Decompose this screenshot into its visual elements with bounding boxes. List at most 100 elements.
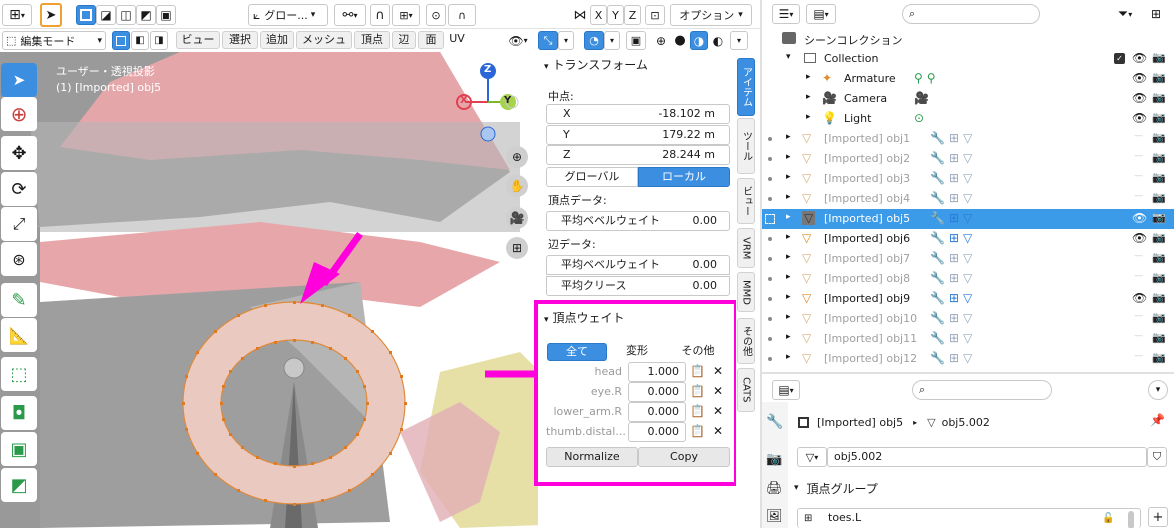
weight-value-field[interactable]: 0.000	[628, 422, 686, 442]
mesh-name-field[interactable]: obj5.002	[827, 447, 1147, 467]
output-tab-icon[interactable]: 🖨	[766, 481, 783, 496]
mesh-vertex[interactable]	[219, 401, 223, 405]
render-tab-icon[interactable]: 📷	[766, 452, 782, 467]
camera-icon[interactable]: 📷	[1152, 151, 1166, 164]
camera-view-icon[interactable]: 🎥	[506, 207, 528, 229]
xray-toggle[interactable]: ▣	[626, 31, 646, 50]
mesh-vertex[interactable]	[240, 356, 244, 360]
mesh-vertex[interactable]	[370, 472, 374, 476]
expand-arrow-icon[interactable]: ▸	[786, 172, 791, 182]
expand-arrow-icon[interactable]: ▸	[786, 192, 791, 202]
outliner-editor-type[interactable]: ☰ ▾	[772, 4, 800, 24]
mesh-vertex[interactable]	[329, 346, 332, 350]
camera-icon[interactable]: 📷	[1152, 331, 1166, 344]
expand-arrow-icon[interactable]: ▸	[786, 212, 791, 222]
paste-weight-icon[interactable]: 📋	[690, 424, 705, 438]
mirror-toggle[interactable]: ⋈	[570, 4, 590, 26]
mesh-vertex[interactable]	[355, 433, 359, 436]
eye-hidden-icon[interactable]: —	[1134, 151, 1143, 161]
mesh-vertex[interactable]	[221, 417, 225, 421]
camera-icon[interactable]: 📷	[1152, 311, 1166, 324]
camera-icon[interactable]: 📷	[1152, 231, 1166, 244]
outliner-row[interactable]: ▸ ▽ [Imported] obj5 🔧⊞▽ 👁 📷	[762, 209, 1174, 229]
mesh-vertex[interactable]	[196, 452, 200, 455]
eye-hidden-icon[interactable]: —	[1134, 131, 1143, 141]
mesh-vertex[interactable]	[321, 499, 325, 503]
overlay-dropdown[interactable]: ▾	[604, 31, 620, 50]
outliner-row[interactable]: ▸ ▽ [Imported] obj1 🔧⊞▽ — 📷	[762, 129, 1174, 149]
tool-transform[interactable]: ⊛	[1, 242, 37, 276]
outliner-row[interactable]: ▸ ▽ [Imported] obj10 🔧⊞▽ — 📷	[762, 309, 1174, 329]
overlay-toggle[interactable]: ◔	[584, 31, 604, 50]
remove-weight-icon[interactable]: ✕	[713, 384, 723, 398]
menu-item-7[interactable]: UV	[446, 31, 468, 49]
side-tab-5[interactable]: その他	[737, 318, 755, 364]
paste-weight-icon[interactable]: 📋	[690, 404, 705, 418]
eye-hidden-icon[interactable]: —	[1134, 171, 1143, 181]
mirror-y-button[interactable]: Y	[607, 5, 624, 25]
select-mode-subtract[interactable]: ◫	[116, 5, 136, 25]
modifier-icons[interactable]: 🔧⊞▽	[930, 331, 976, 345]
eye-icon[interactable]: 👁	[1132, 71, 1147, 85]
mesh-vertex[interactable]	[263, 303, 267, 307]
pivot-point-dropdown[interactable]: ⚯ ▾	[334, 4, 366, 26]
outliner-row[interactable]: ▸ ✦ Armature ⚲⚲ 👁 📷	[762, 69, 1174, 89]
vertex-weights-header[interactable]: ▾ 頂点ウェイト	[540, 307, 730, 329]
eye-icon[interactable]: 👁	[1132, 211, 1147, 225]
mesh-vertex[interactable]	[365, 401, 369, 405]
scrollbar[interactable]	[1128, 511, 1134, 528]
vertex-bevel-field[interactable]: 平均ベベルウェイト 0.00	[546, 211, 730, 231]
outliner-row[interactable]: ▸ ▽ [Imported] obj9 🔧⊞▽ 👁 📷	[762, 289, 1174, 309]
modifier-icons[interactable]: 🔧⊞▽	[930, 291, 976, 305]
camera-icon[interactable]: 📷	[1152, 51, 1166, 64]
mesh-browse-dropdown[interactable]: ▽ ▾	[797, 447, 827, 467]
side-tab-3[interactable]: VRM	[737, 228, 755, 268]
camera-icon[interactable]: 📷	[1152, 131, 1166, 144]
local-toggle[interactable]: ローカル	[638, 167, 730, 187]
select-mode-intersect[interactable]: ▣	[156, 5, 176, 25]
zoom-icon[interactable]: ⊕	[506, 146, 528, 168]
modifier-icons[interactable]: 🔧⊞▽	[930, 131, 976, 145]
mesh-vertex[interactable]	[229, 370, 233, 373]
tool-scale[interactable]: ⤢	[1, 207, 37, 241]
shading-dropdown[interactable]: ▾	[730, 31, 748, 50]
mesh-vertex[interactable]	[214, 330, 217, 334]
add-vertex-group-button[interactable]: +	[1148, 507, 1168, 527]
tool-cursor[interactable]: ⊕	[1, 97, 37, 131]
modifier-icons[interactable]: 🔧⊞▽	[930, 251, 976, 265]
mesh-vertex[interactable]	[263, 499, 267, 503]
mesh-vertex[interactable]	[237, 314, 240, 318]
normalize-button[interactable]: Normalize	[546, 447, 638, 467]
expand-arrow-icon[interactable]: ▸	[786, 332, 791, 342]
tool-select[interactable]: ➤	[1, 63, 37, 97]
outliner-row[interactable]: ▸ ▽ [Imported] obj11 🔧⊞▽ — 📷	[762, 329, 1174, 349]
mirror-z-button[interactable]: Z	[624, 5, 641, 25]
vertex-groups-header[interactable]: ▾ 頂点グループ	[794, 478, 878, 498]
modifier-icons[interactable]: 🔧⊞▽	[930, 271, 976, 285]
pin-icon[interactable]: 📌	[1150, 413, 1165, 427]
mesh-vertex[interactable]	[370, 330, 374, 334]
mesh-vertex[interactable]	[237, 488, 240, 492]
mesh-vertex[interactable]	[240, 446, 244, 450]
outliner-row[interactable]: ▸ ▽ [Imported] obj6 🔧⊞▽ 👁 📷	[762, 229, 1174, 249]
eye-hidden-icon[interactable]: —	[1134, 351, 1143, 361]
expand-arrow-icon[interactable]: ▸	[786, 292, 791, 302]
expand-arrow-icon[interactable]: ▸	[786, 152, 791, 162]
properties-editor-type[interactable]: ▤ ▾	[772, 380, 800, 400]
falloff-dropdown[interactable]: ∩	[448, 4, 476, 26]
vw-tab-other[interactable]: その他	[667, 343, 729, 361]
mesh-vertex[interactable]	[399, 375, 403, 379]
properties-search[interactable]: ⌕	[912, 380, 1052, 400]
tool-add-cube[interactable]: ⬚	[1, 357, 37, 391]
face-select-mode[interactable]: ◨	[150, 31, 168, 50]
vertex-group-list[interactable]: ⊞ toes.L 🔓	[797, 508, 1141, 528]
editor-type-button[interactable]: ⊞ ▾	[2, 4, 32, 26]
outliner-row[interactable]: ▸ ▽ [Imported] obj7 🔧⊞▽ — 📷	[762, 249, 1174, 269]
expand-arrow-icon[interactable]: ▸	[786, 232, 791, 242]
mesh-vertex[interactable]	[388, 351, 392, 354]
camera-icon[interactable]: 📷	[1152, 271, 1166, 284]
edge-select-mode[interactable]: ◧	[131, 31, 149, 50]
camera-icon[interactable]: 📷	[1152, 91, 1166, 104]
mesh-vertex[interactable]	[329, 456, 332, 460]
menu-item-4[interactable]: 頂点	[354, 31, 390, 49]
